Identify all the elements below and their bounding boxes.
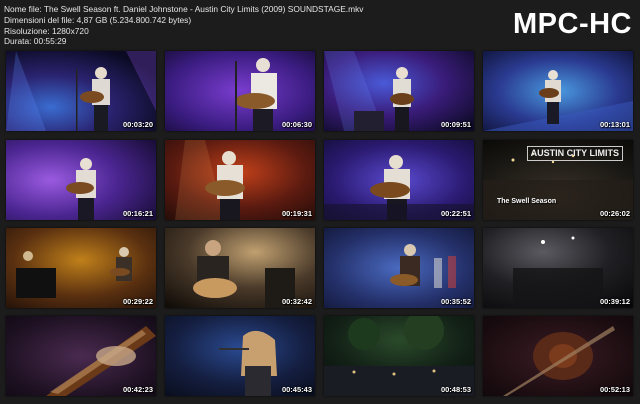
timestamp: 00:45:43 [281,385,312,394]
stage-scene [324,51,474,131]
stage-scene [483,228,633,308]
file-size: Dimensioni del file: 4,87 GB (5.234.800.… [4,14,192,25]
timestamp: 00:42:23 [122,385,153,394]
stage-scene [483,316,633,396]
file-name: Nome file: The Swell Season ft. Daniel J… [4,4,364,14]
thumbnail-12[interactable]: 00:39:12 [483,228,633,308]
thumbnail-14[interactable]: 00:45:43 [165,316,315,396]
timestamp: 00:48:53 [440,385,471,394]
thumbnail-2[interactable]: 00:06:30 [165,51,315,131]
thumbnail-13[interactable]: 00:42:23 [6,316,156,396]
stage-scene [165,228,315,308]
thumbnail-6[interactable]: 00:19:31 [165,140,315,220]
timestamp: 00:06:30 [281,120,312,129]
timestamp: 00:19:31 [281,209,312,218]
stage-scene [483,51,633,131]
mpc-hc-logo: MPC-HC [513,8,632,40]
thumbnail-3[interactable]: 00:09:51 [324,51,474,131]
thumbnail-16[interactable]: 00:52:13 [483,316,633,396]
stage-scene [324,316,474,396]
stage-scene [165,140,315,220]
stage-scene [6,51,156,131]
thumbnail-8[interactable]: AUSTIN CITY LIMITS The Swell Season 00:2… [483,140,633,220]
duration: Durata: 00:55:29 [4,36,67,47]
resolution: Risoluzione: 1280x720 [4,25,89,36]
timestamp: 00:09:51 [440,120,471,129]
thumbnail-10[interactable]: 00:32:42 [165,228,315,308]
thumbnail-4[interactable]: 00:13:01 [483,51,633,131]
thumbnail-11[interactable]: 00:35:52 [324,228,474,308]
timestamp: 00:32:42 [281,297,312,306]
timestamp: 00:22:51 [440,209,471,218]
stage-scene [324,228,474,308]
stage-scene [6,316,156,396]
stage-scene [324,140,474,220]
thumbnail-1[interactable]: 00:03:20 [6,51,156,131]
timestamp: 00:39:12 [599,297,630,306]
timestamp: 00:52:13 [599,385,630,394]
timestamp: 00:03:20 [122,120,153,129]
stage-scene [6,228,156,308]
thumbnail-grid: 00:03:20 00:06:30 00:09:51 00:13:01 00:1… [6,51,634,398]
stage-scene [6,140,156,220]
timestamp: 00:35:52 [440,297,471,306]
timestamp: 00:16:21 [122,209,153,218]
file-info-panel: Nome file: The Swell Season ft. Daniel J… [4,4,364,47]
stage-scene [165,51,315,131]
timestamp: 00:29:22 [122,297,153,306]
austin-city-limits-logo: AUSTIN CITY LIMITS [526,146,623,161]
thumbnail-15[interactable]: 00:48:53 [324,316,474,396]
thumbnail-9[interactable]: 00:29:22 [6,228,156,308]
stage-scene [165,316,315,396]
thumbnail-5[interactable]: 00:16:21 [6,140,156,220]
band-name-overlay: The Swell Season [497,198,557,205]
timestamp: 00:26:02 [599,209,630,218]
thumbnail-7[interactable]: 00:22:51 [324,140,474,220]
timestamp: 00:13:01 [599,120,630,129]
